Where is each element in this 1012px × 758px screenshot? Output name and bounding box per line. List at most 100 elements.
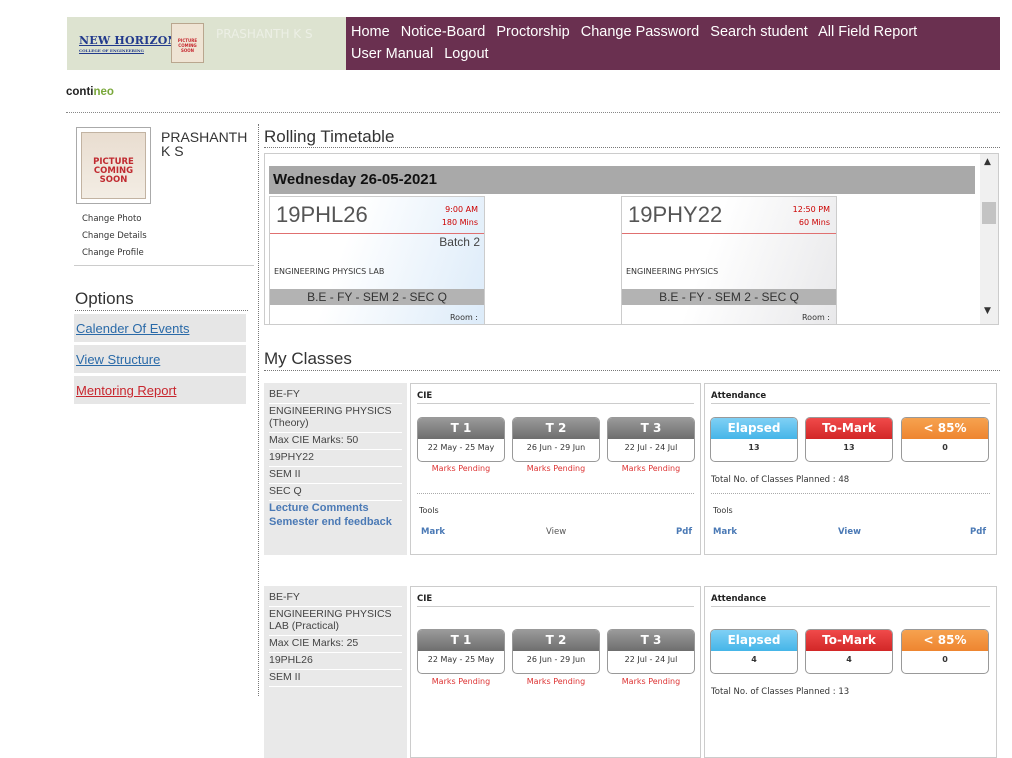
course-code: 19PHL26 [276, 202, 368, 227]
attendance-view-link[interactable]: View [838, 527, 861, 537]
rolling-timetable-heading: Rolling Timetable [264, 127, 395, 146]
main-nav: Home Notice-Board Proctorship Change Pas… [351, 21, 991, 65]
tile-label: To-Mark [806, 630, 892, 651]
college-logo[interactable]: NEW HORIZON COLLEGE OF ENGINEERING [79, 34, 178, 53]
divider [417, 493, 694, 494]
nav-logout[interactable]: Logout [444, 46, 488, 62]
tile-value: 0 [942, 443, 948, 452]
program-label: BE-FY [269, 590, 402, 607]
divider [711, 403, 990, 404]
timetable-card[interactable]: 19PHY22 12:50 PM 60 Mins ENGINEERING PHYS… [621, 196, 837, 324]
calendar-of-events-link[interactable]: Calender Of Events [74, 314, 246, 342]
attendance-pdf-link[interactable]: Pdf [970, 527, 986, 537]
max-cie-marks: Max CIE Marks: 50 [269, 433, 402, 450]
logo-subtext: COLLEGE OF ENGINEERING [79, 48, 144, 53]
marks-status: Marks Pending [431, 464, 491, 473]
tools-label: Tools [713, 506, 733, 515]
view-structure-link[interactable]: View Structure [74, 345, 246, 373]
scroll-down-icon[interactable]: ▼ [984, 306, 991, 316]
test-tile-t3[interactable]: T 3 22 Jul - 24 Jul [607, 417, 695, 462]
attendance-mark-link[interactable]: Mark [713, 527, 737, 537]
start-time: 12:50 PM [792, 205, 830, 214]
change-details-link[interactable]: Change Details [82, 228, 147, 245]
cie-heading: CIE [417, 594, 433, 604]
cie-view-link[interactable]: View [546, 527, 566, 537]
program-label: BE-FY [269, 387, 402, 404]
test-tile-t2[interactable]: T 2 26 Jun - 29 Jun [512, 629, 600, 674]
picture-line: SOON [99, 175, 128, 185]
timetable-scrollbar[interactable]: ▲ ▼ [980, 154, 998, 324]
test-label: T 1 [418, 418, 504, 439]
nav-search-student[interactable]: Search student [710, 24, 808, 40]
test-tile-t3[interactable]: T 3 22 Jul - 24 Jul [607, 629, 695, 674]
divider [417, 403, 694, 404]
cie-pdf-link[interactable]: Pdf [676, 527, 692, 537]
nav-home[interactable]: Home [351, 24, 390, 40]
room-label: Room : [449, 313, 478, 322]
below-85-tile[interactable]: < 85% 0 [901, 629, 989, 674]
tile-value: 13 [748, 443, 760, 452]
test-label: T 1 [418, 630, 504, 651]
class-block: BE-FY ENGINEERING PHYSICS LAB (Practical… [264, 586, 997, 758]
class-time: 9:00 AM 180 Mins [442, 203, 478, 229]
cie-heading: CIE [417, 391, 433, 401]
header-avatar: PICTURE COMING SOON [171, 23, 204, 63]
marks-status: Marks Pending [621, 677, 681, 686]
change-photo-link[interactable]: Change Photo [82, 211, 147, 228]
below-85-tile[interactable]: < 85% 0 [901, 417, 989, 462]
test-dates: 22 May - 25 May [427, 443, 495, 452]
course-name: ENGINEERING PHYSICS LAB [274, 267, 385, 276]
test-dates: 22 May - 25 May [427, 655, 495, 664]
section-label: B.E - FY - SEM 2 - SEC Q [270, 289, 484, 305]
nav-change-password[interactable]: Change Password [581, 24, 700, 40]
brand-part-2: neo [93, 86, 114, 98]
scroll-up-icon[interactable]: ▲ [984, 157, 991, 167]
to-mark-tile[interactable]: To-Mark 4 [805, 629, 893, 674]
test-label: T 3 [608, 418, 694, 439]
course-code: 19PHY22 [628, 202, 723, 227]
mentoring-report-link[interactable]: Mentoring Report [74, 376, 246, 404]
lecture-comments-link[interactable]: Lecture Comments [269, 501, 402, 515]
section-label: B.E - FY - SEM 2 - SEC Q [622, 289, 836, 305]
elapsed-tile[interactable]: Elapsed 4 [710, 629, 798, 674]
timetable-card[interactable]: 19PHL26 9:00 AM 180 Mins Batch 2 ENGINEER… [269, 196, 485, 324]
test-label: T 2 [513, 630, 599, 651]
scroll-thumb[interactable] [982, 202, 996, 224]
tile-label: < 85% [902, 630, 988, 651]
nav-notice-board[interactable]: Notice-Board [401, 24, 486, 40]
to-mark-tile[interactable]: To-Mark 13 [805, 417, 893, 462]
attendance-panel: Attendance Elapsed 13 To-Mark 13 < 85% 0 To… [704, 383, 997, 555]
attendance-panel: Attendance Elapsed 4 To-Mark 4 < 85% 0 Tota… [704, 586, 997, 758]
test-tile-t1[interactable]: T 1 22 May - 25 May [417, 417, 505, 462]
tile-label: Elapsed [711, 630, 797, 651]
room-label: Room : [801, 313, 830, 322]
start-time: 9:00 AM [445, 205, 478, 214]
nav-all-field-report[interactable]: All Field Report [818, 24, 917, 40]
tools-label: Tools [419, 506, 439, 515]
test-dates: 22 Jul - 24 Jul [624, 655, 678, 664]
tile-label: Elapsed [711, 418, 797, 439]
semester-label: SEM II [269, 670, 402, 687]
elapsed-tile[interactable]: Elapsed 13 [710, 417, 798, 462]
class-block: BE-FY ENGINEERING PHYSICS (Theory) Max C… [264, 383, 997, 555]
test-tile-t2[interactable]: T 2 26 Jun - 29 Jun [512, 417, 600, 462]
class-info: BE-FY ENGINEERING PHYSICS (Theory) Max C… [264, 383, 407, 555]
total-classes-planned: Total No. of Classes Planned : 48 [711, 475, 850, 485]
nav-user-manual[interactable]: User Manual [351, 46, 433, 62]
change-profile-link[interactable]: Change Profile [82, 245, 147, 262]
class-time: 12:50 PM 60 Mins [793, 203, 830, 229]
course-name: ENGINEERING PHYSICS (Theory) [269, 404, 402, 433]
batch-label: Batch 2 [439, 235, 480, 249]
course-name: ENGINEERING PHYSICS [626, 267, 719, 276]
course-name: ENGINEERING PHYSICS LAB (Practical) [269, 607, 402, 636]
logo-area: NEW HORIZON COLLEGE OF ENGINEERING PICTUR… [67, 17, 346, 70]
semester-end-feedback-link[interactable]: Semester end feedback [269, 515, 402, 529]
cie-mark-link[interactable]: Mark [421, 527, 445, 537]
course-code: 19PHL26 [269, 653, 402, 670]
test-label: T 3 [608, 630, 694, 651]
test-tile-t1[interactable]: T 1 22 May - 25 May [417, 629, 505, 674]
divider [264, 147, 1000, 148]
nav-proctorship[interactable]: Proctorship [496, 24, 569, 40]
attendance-heading: Attendance [711, 594, 767, 604]
divider [711, 493, 990, 494]
